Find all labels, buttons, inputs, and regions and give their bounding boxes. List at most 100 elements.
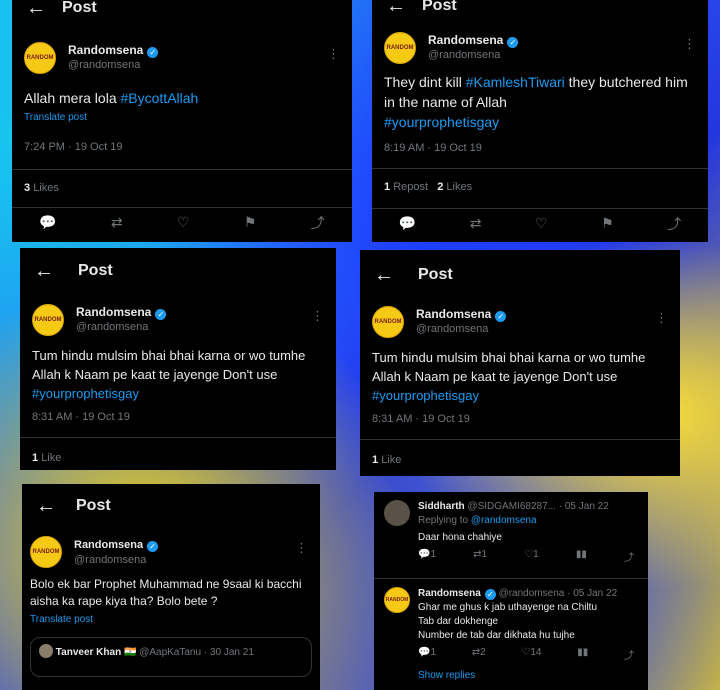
reply-icon[interactable]: 💬	[399, 215, 416, 232]
reply-author-handle[interactable]: @SIDGAMI68287...	[467, 501, 556, 512]
avatar[interactable]: RANDOM	[32, 304, 64, 336]
reply-item[interactable]: Siddharth @SIDGAMI68287... · 05 Jan 22 R…	[374, 492, 648, 578]
like-icon[interactable]: ♡	[535, 215, 548, 232]
hashtag-link[interactable]: #yourprophetisgay	[32, 386, 139, 401]
post-timestamp[interactable]: 8:19 AM · 19 Oct 19	[372, 142, 708, 168]
author-handle[interactable]: @randomsena	[68, 58, 158, 73]
more-options-icon[interactable]: ⋮	[683, 36, 696, 52]
more-options-icon[interactable]: ⋮	[295, 540, 308, 556]
reply-text-line: Ghar me ghus k jab uthayenge na Chiltu	[418, 602, 597, 613]
reply-text: Daar hona chahiye	[418, 532, 502, 543]
likes-label[interactable]: Likes	[446, 181, 472, 193]
post-timestamp[interactable]: 8:31 AM · 19 Oct 19	[20, 411, 336, 437]
reposts-label[interactable]: Repost	[393, 181, 428, 193]
back-arrow-icon[interactable]: ←	[26, 0, 62, 20]
quoted-avatar	[39, 644, 53, 658]
post-author[interactable]: RANDOM Randomsena ✓ @randomsena ⋮	[12, 42, 352, 74]
verified-badge-icon: ✓	[147, 541, 159, 552]
author-handle[interactable]: @randomsena	[76, 320, 166, 335]
hashtag-link[interactable]: #BycottAllah	[121, 90, 199, 106]
verified-badge-icon: ✓	[495, 311, 507, 322]
likes-label[interactable]: Like	[41, 452, 61, 464]
hashtag-link[interactable]: #KamleshTiwari	[466, 74, 565, 90]
hashtag-link[interactable]: #yourprophetisgay	[384, 114, 499, 130]
reply-actions: 💬1 ⇄1 ♡1 ▮▮ ⤴	[418, 549, 638, 564]
back-arrow-icon[interactable]: ←	[34, 260, 78, 283]
post-timestamp[interactable]: 7:24 PM · 19 Oct 19	[12, 141, 352, 169]
post-card-5: ← Post RANDOM Randomsena ✓ @randomsena ⋮ …	[22, 484, 320, 690]
share-icon[interactable]: ⤴	[311, 213, 325, 233]
quoted-author-name: Tanveer Khan	[55, 647, 122, 658]
reply-item[interactable]: RANDOM Randomsena ✓ @randomsena · 05 Jan …	[374, 578, 648, 690]
share-icon[interactable]: ⤴	[624, 549, 634, 564]
show-replies-link[interactable]: Show replies	[418, 670, 638, 681]
reply-author-name[interactable]: Randomsena	[418, 588, 481, 599]
avatar[interactable]: RANDOM	[30, 536, 62, 568]
share-icon[interactable]: ⤴	[667, 214, 681, 234]
reply-author-handle[interactable]: @randomsena	[499, 588, 565, 599]
likes-count[interactable]: 1	[372, 454, 378, 466]
translate-post-link[interactable]: Translate post	[22, 614, 320, 625]
likes-label[interactable]: Like	[381, 454, 401, 466]
repost-icon[interactable]: ⇄2	[472, 647, 486, 662]
replying-to-link[interactable]: @randomsena	[471, 515, 537, 526]
share-icon[interactable]: ⤴	[624, 647, 634, 662]
author-name[interactable]: Randomsena	[416, 307, 491, 321]
post-header: ← Post	[20, 248, 336, 294]
likes-label[interactable]: Likes	[33, 182, 59, 194]
likes-count[interactable]: 1	[32, 452, 38, 464]
avatar[interactable]: RANDOM	[384, 32, 416, 64]
author-handle[interactable]: @randomsena	[74, 553, 158, 568]
verified-badge-icon: ✓	[507, 37, 519, 48]
author-name[interactable]: Randomsena	[74, 539, 143, 551]
post-text: Bolo ek bar Prophet Muhammad ne 9saal ki…	[30, 577, 302, 608]
views-icon[interactable]: ▮▮	[577, 647, 588, 662]
translate-post-link[interactable]: Translate post	[12, 112, 352, 123]
reply-icon[interactable]: 💬1	[418, 549, 436, 564]
more-options-icon[interactable]: ⋮	[655, 310, 668, 326]
back-arrow-icon[interactable]: ←	[36, 495, 76, 518]
hashtag-link[interactable]: #yourprophetisgay	[372, 388, 479, 403]
bookmark-icon[interactable]: ⚑	[244, 214, 257, 231]
post-author[interactable]: RANDOM Randomsena ✓ @randomsena ⋮	[360, 306, 680, 338]
back-arrow-icon[interactable]: ←	[386, 0, 422, 18]
quoted-author-handle: @AapKaTanu	[139, 647, 202, 658]
post-stats: 3 Likes	[12, 169, 352, 207]
like-icon[interactable]: ♡1	[524, 549, 539, 564]
avatar[interactable]: RANDOM	[384, 587, 410, 613]
like-icon[interactable]: ♡	[177, 214, 190, 231]
reply-icon[interactable]: 💬	[39, 214, 56, 231]
post-author[interactable]: RANDOM Randomsena ✓ @randomsena ⋮	[22, 536, 320, 568]
reply-text-line: Tab dar dokhenge	[418, 616, 499, 627]
avatar[interactable]	[384, 500, 410, 526]
avatar[interactable]: RANDOM	[24, 42, 56, 74]
quoted-post[interactable]: Tanveer Khan 🇮🇳 @AapKaTanu · 30 Jan 21	[30, 637, 312, 677]
post-header: ← Post	[372, 0, 708, 26]
repost-icon[interactable]: ⇄1	[473, 549, 487, 564]
more-options-icon[interactable]: ⋮	[327, 46, 340, 62]
reply-author-name[interactable]: Siddharth	[418, 501, 465, 512]
likes-count[interactable]: 2	[437, 181, 443, 193]
avatar[interactable]: RANDOM	[372, 306, 404, 338]
repost-icon[interactable]: ⇄	[470, 215, 482, 232]
repost-icon[interactable]: ⇄	[111, 214, 123, 231]
back-arrow-icon[interactable]: ←	[374, 264, 418, 287]
post-text: Tum hindu mulsim bhai bhai karna or wo t…	[32, 348, 306, 401]
post-text: Allah mera lola #BycottAllah	[24, 90, 199, 106]
author-handle[interactable]: @randomsena	[428, 48, 518, 63]
reposts-count[interactable]: 1	[384, 181, 390, 193]
reply-icon[interactable]: 💬1	[418, 647, 436, 662]
author-name[interactable]: Randomsena	[428, 33, 503, 47]
author-handle[interactable]: @randomsena	[416, 322, 506, 337]
views-icon[interactable]: ▮▮	[576, 549, 587, 564]
bookmark-icon[interactable]: ⚑	[601, 215, 614, 232]
post-author[interactable]: RANDOM Randomsena ✓ @randomsena ⋮	[372, 32, 708, 64]
post-timestamp[interactable]: 8:31 AM · 19 Oct 19	[360, 413, 680, 439]
post-author[interactable]: RANDOM Randomsena ✓ @randomsena ⋮	[20, 304, 336, 336]
post-actions: 💬 ⇄ ♡ ⚑ ⤴	[12, 207, 352, 237]
author-name[interactable]: Randomsena	[76, 305, 151, 319]
more-options-icon[interactable]: ⋮	[311, 308, 324, 324]
author-name[interactable]: Randomsena	[68, 43, 143, 57]
like-icon[interactable]: ♡14	[521, 647, 541, 662]
likes-count[interactable]: 3	[24, 182, 30, 194]
